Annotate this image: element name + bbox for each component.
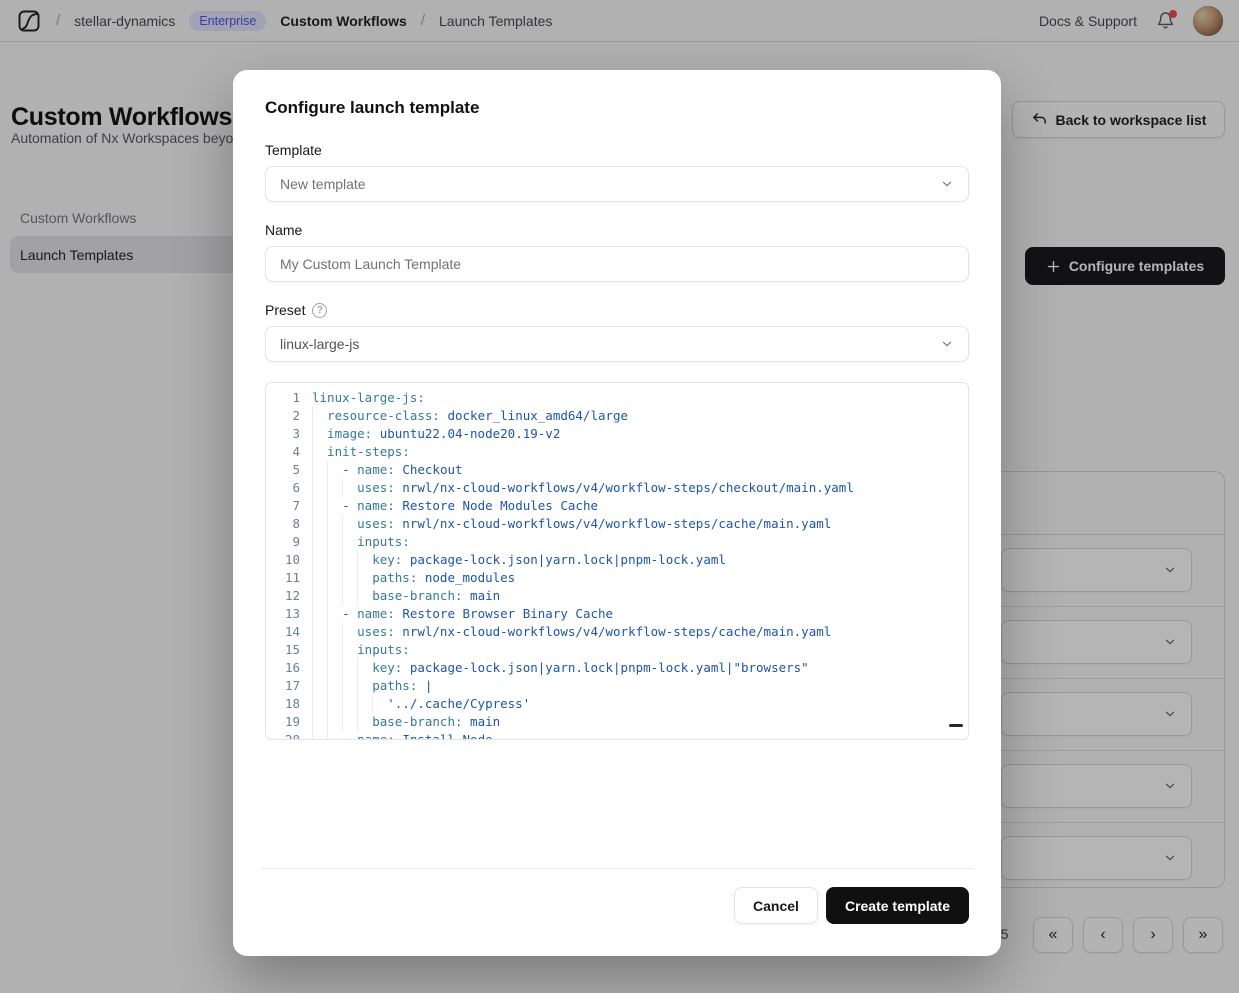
line-number: 8 xyxy=(266,515,300,533)
name-field-label: Name xyxy=(265,222,969,238)
cancel-button[interactable]: Cancel xyxy=(734,887,818,924)
line-number: 10 xyxy=(266,551,300,569)
name-input[interactable] xyxy=(265,246,969,282)
line-number: 6 xyxy=(266,479,300,497)
line-number: 9 xyxy=(266,533,300,551)
chevron-down-icon xyxy=(940,337,954,351)
code-line: 3image: ubuntu22.04-node20.19-v2 xyxy=(266,425,968,443)
preset-select-value: linux-large-js xyxy=(280,336,359,352)
code-editor[interactable]: 1linux-large-js:2resource-class: docker_… xyxy=(265,382,969,740)
code-line: 14uses: nrwl/nx-cloud-workflows/v4/workf… xyxy=(266,623,968,641)
preset-select[interactable]: linux-large-js xyxy=(265,326,969,362)
code-line: 4init-steps: xyxy=(266,443,968,461)
line-number: 12 xyxy=(266,587,300,605)
code-line: 9inputs: xyxy=(266,533,968,551)
line-number: 19 xyxy=(266,713,300,731)
create-template-button[interactable]: Create template xyxy=(826,887,969,924)
code-line: 17paths: | xyxy=(266,677,968,695)
line-number: 17 xyxy=(266,677,300,695)
code-editor-lines: 1linux-large-js:2resource-class: docker_… xyxy=(266,389,968,740)
modal-title: Configure launch template xyxy=(265,98,969,118)
code-line: 20- name: Install Node xyxy=(266,731,968,740)
code-line: 2resource-class: docker_linux_amd64/larg… xyxy=(266,407,968,425)
line-number: 2 xyxy=(266,407,300,425)
line-number: 1 xyxy=(266,389,300,407)
editor-scrollbar-thumb[interactable] xyxy=(949,724,963,727)
template-field-label: Template xyxy=(265,142,969,158)
screen: / stellar-dynamics Enterprise Custom Wor… xyxy=(0,0,1239,993)
preset-field-label: Preset ? xyxy=(265,302,969,318)
code-line: 5- name: Checkout xyxy=(266,461,968,479)
line-number: 7 xyxy=(266,497,300,515)
code-line: 19base-branch: main xyxy=(266,713,968,731)
configure-launch-template-modal: Configure launch template Template New t… xyxy=(233,70,1001,956)
modal-footer-divider xyxy=(261,868,973,869)
modal-footer: Cancel Create template xyxy=(265,887,969,924)
code-line: 6uses: nrwl/nx-cloud-workflows/v4/workfl… xyxy=(266,479,968,497)
code-line: 7- name: Restore Node Modules Cache xyxy=(266,497,968,515)
line-number: 14 xyxy=(266,623,300,641)
template-select-value: New template xyxy=(280,176,366,192)
code-line: 8uses: nrwl/nx-cloud-workflows/v4/workfl… xyxy=(266,515,968,533)
code-line: 1linux-large-js: xyxy=(266,389,968,407)
template-select[interactable]: New template xyxy=(265,166,969,202)
code-line: 16key: package-lock.json|yarn.lock|pnpm-… xyxy=(266,659,968,677)
preset-label-text: Preset xyxy=(265,302,305,318)
code-line: 18'../.cache/Cypress' xyxy=(266,695,968,713)
line-number: 18 xyxy=(266,695,300,713)
code-line: 13- name: Restore Browser Binary Cache xyxy=(266,605,968,623)
line-number: 13 xyxy=(266,605,300,623)
code-line: 15inputs: xyxy=(266,641,968,659)
line-number: 3 xyxy=(266,425,300,443)
code-line: 10key: package-lock.json|yarn.lock|pnpm-… xyxy=(266,551,968,569)
line-number: 5 xyxy=(266,461,300,479)
chevron-down-icon xyxy=(940,177,954,191)
line-number: 11 xyxy=(266,569,300,587)
code-line: 11paths: node_modules xyxy=(266,569,968,587)
line-number: 15 xyxy=(266,641,300,659)
line-number: 4 xyxy=(266,443,300,461)
line-number: 16 xyxy=(266,659,300,677)
code-line: 12base-branch: main xyxy=(266,587,968,605)
help-icon[interactable]: ? xyxy=(312,303,327,318)
line-number: 20 xyxy=(266,731,300,740)
